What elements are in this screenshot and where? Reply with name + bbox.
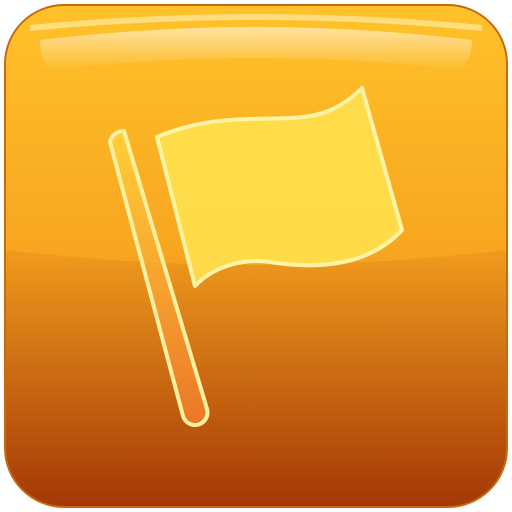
flag-app-icon[interactable]	[0, 0, 512, 512]
flag-icon	[4, 4, 508, 508]
